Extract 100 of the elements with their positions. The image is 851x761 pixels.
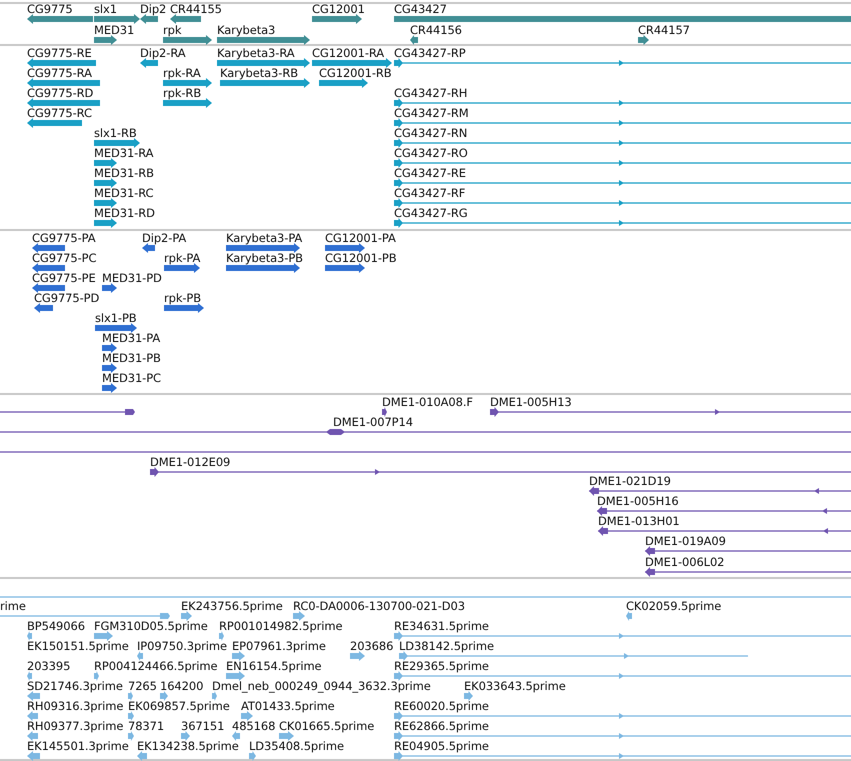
feature-label[interactable]: BP549066 <box>27 619 85 633</box>
est-glyph[interactable] <box>94 631 113 641</box>
clone-glyph[interactable] <box>0 407 135 417</box>
feature-label[interactable]: 164200 <box>160 679 204 693</box>
feature-label[interactable]: EK069857.5prime <box>128 699 230 713</box>
transcript-glyph[interactable] <box>394 58 851 68</box>
est-glyph[interactable] <box>212 691 217 701</box>
gene-glyph[interactable] <box>94 14 140 24</box>
feature-label[interactable]: 7265 <box>128 679 157 693</box>
est-glyph[interactable] <box>181 731 190 741</box>
feature-label[interactable]: DME1-006L02 <box>645 555 724 569</box>
protein-glyph[interactable] <box>325 243 365 253</box>
feature-label[interactable]: DME1-013H01 <box>598 514 680 528</box>
feature-label[interactable]: CK02059.5prime <box>626 599 722 613</box>
feature-label[interactable]: RP004124466.5prime <box>94 659 218 673</box>
protein-glyph[interactable] <box>226 263 300 273</box>
gene-glyph[interactable] <box>394 14 851 24</box>
feature-label[interactable]: CG43427 <box>394 2 447 16</box>
est-glyph[interactable] <box>137 751 147 761</box>
feature-label[interactable]: RE04905.5prime <box>394 739 489 753</box>
protein-glyph[interactable] <box>102 363 117 373</box>
est-glyph[interactable] <box>394 631 851 641</box>
clone-glyph[interactable] <box>598 526 851 536</box>
feature-label[interactable]: LD35408.5prime <box>249 739 344 753</box>
est-glyph[interactable] <box>350 651 365 661</box>
transcript-glyph[interactable] <box>163 98 212 108</box>
gene-glyph[interactable] <box>638 35 649 45</box>
feature-label[interactable]: DME1-007P14 <box>333 415 413 429</box>
feature-label[interactable]: CG9775-RA <box>27 66 92 80</box>
protein-glyph[interactable] <box>102 283 117 293</box>
transcript-glyph[interactable] <box>27 78 100 88</box>
feature-label[interactable]: CK01665.5prime <box>279 719 374 733</box>
feature-label[interactable]: RE60020.5prime <box>394 699 489 713</box>
feature-label[interactable]: Karybeta3-RB <box>220 66 298 80</box>
est-glyph[interactable] <box>27 691 40 701</box>
feature-label[interactable]: EN16154.5prime <box>226 659 322 673</box>
est-glyph[interactable] <box>137 651 143 661</box>
est-glyph[interactable] <box>399 651 748 661</box>
feature-label[interactable]: DME1-019A09 <box>645 534 726 548</box>
feature-label[interactable]: 203395 <box>27 659 70 673</box>
feature-label[interactable]: RH09377.3prime <box>27 719 124 733</box>
feature-label[interactable]: DME1-005H16 <box>597 494 679 508</box>
feature-label[interactable]: Dip2-RA <box>140 46 186 60</box>
est-glyph[interactable] <box>279 731 294 741</box>
feature-label[interactable]: CG9775 <box>27 2 73 16</box>
est-glyph[interactable] <box>27 711 38 721</box>
feature-label[interactable]: Dip2 <box>140 2 166 16</box>
protein-glyph[interactable] <box>164 303 204 313</box>
est-glyph[interactable] <box>626 611 632 621</box>
est-glyph[interactable] <box>219 631 224 641</box>
feature-label[interactable]: RP001014982.5prime <box>219 619 342 633</box>
transcript-glyph[interactable] <box>140 58 158 68</box>
feature-label[interactable]: DME1-012E09 <box>150 455 230 469</box>
feature-label[interactable]: RE34631.5prime <box>394 619 489 633</box>
est-glyph[interactable] <box>226 671 245 681</box>
feature-label[interactable]: CR44155 <box>170 2 222 16</box>
feature-label[interactable]: Karybeta3-PA <box>226 231 302 245</box>
feature-label[interactable]: rpk-PB <box>164 291 202 305</box>
est-glyph[interactable] <box>232 731 240 741</box>
clone-glyph[interactable] <box>150 467 851 477</box>
protein-glyph[interactable] <box>34 303 53 313</box>
feature-label[interactable]: rpk <box>163 23 182 37</box>
est-glyph[interactable] <box>394 731 851 741</box>
feature-label[interactable]: RE62866.5prime <box>394 719 489 733</box>
protein-glyph[interactable] <box>325 263 365 273</box>
feature-label[interactable]: Dip2-PA <box>142 231 186 245</box>
transcript-glyph[interactable] <box>394 198 851 208</box>
protein-glyph[interactable] <box>142 243 155 253</box>
est-glyph[interactable] <box>27 751 40 761</box>
feature-label[interactable]: MED31-PA <box>102 331 160 345</box>
feature-label[interactable]: IP09750.3prime <box>137 639 227 653</box>
feature-label[interactable]: 367151 <box>181 719 224 733</box>
protein-glyph[interactable] <box>32 243 65 253</box>
feature-label[interactable]: Karybeta3-RA <box>217 46 295 60</box>
feature-label[interactable]: slx1-PB <box>95 311 137 325</box>
feature-label[interactable]: Karybeta3 <box>217 23 276 37</box>
feature-label[interactable]: CG9775-PD <box>34 291 100 305</box>
protein-glyph[interactable] <box>95 323 137 333</box>
feature-label[interactable]: RH09316.3prime <box>27 699 124 713</box>
feature-label[interactable]: CG43427-RP <box>394 46 466 60</box>
transcript-glyph[interactable] <box>94 138 140 148</box>
gene-glyph[interactable] <box>140 14 158 24</box>
feature-label[interactable]: CG9775-PC <box>32 251 96 265</box>
est-glyph[interactable] <box>128 691 133 701</box>
feature-label[interactable]: MED31-RB <box>94 166 154 180</box>
protein-glyph[interactable] <box>164 263 200 273</box>
transcript-glyph[interactable] <box>394 158 851 168</box>
transcript-glyph[interactable] <box>394 98 851 108</box>
gene-glyph[interactable] <box>170 14 201 24</box>
gene-glyph[interactable] <box>217 35 310 45</box>
est-glyph[interactable] <box>232 651 245 661</box>
transcript-glyph[interactable] <box>394 118 851 128</box>
feature-label[interactable]: LD38142.5prime <box>399 639 494 653</box>
est-glyph[interactable] <box>128 731 134 741</box>
est-glyph[interactable] <box>249 751 256 761</box>
est-glyph[interactable] <box>241 711 253 721</box>
feature-label[interactable]: CG43427-RO <box>394 146 468 160</box>
clone-glyph[interactable] <box>589 486 851 496</box>
transcript-glyph[interactable] <box>94 218 117 228</box>
feature-label[interactable]: Karybeta3-PB <box>226 251 303 265</box>
